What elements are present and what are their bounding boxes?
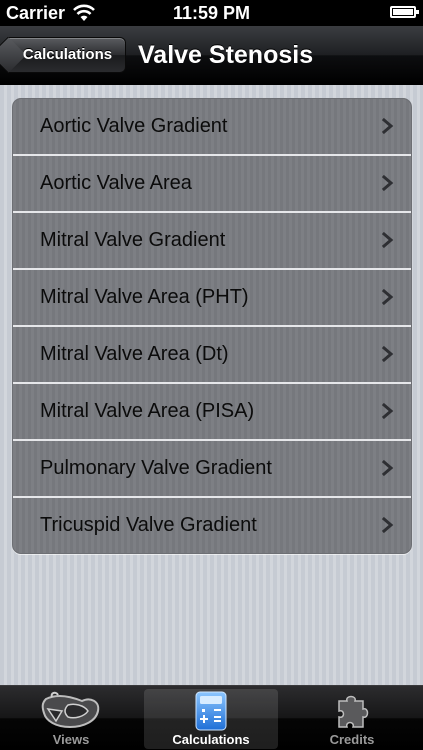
list-item-aortic-valve-area[interactable]: Aortic Valve Area <box>13 156 411 213</box>
tab-label: Credits <box>329 732 375 747</box>
chevron-right-icon <box>381 289 394 305</box>
page-title: Valve Stenosis <box>138 41 314 69</box>
list-item-pulmonary-valve-gradient[interactable]: Pulmonary Valve Gradient <box>13 441 411 498</box>
calculation-list: Aortic Valve Gradient Aortic Valve Area … <box>12 98 412 554</box>
list-item-label: Mitral Valve Gradient <box>40 229 226 251</box>
chevron-right-icon <box>381 118 394 134</box>
list-item-mitral-valve-gradient[interactable]: Mitral Valve Gradient <box>13 213 411 270</box>
list-item-mitral-valve-area-dt[interactable]: Mitral Valve Area (Dt) <box>13 327 411 384</box>
status-time: 11:59 PM <box>172 3 251 23</box>
list-item-label: Mitral Valve Area (PHT) <box>40 286 249 308</box>
tab-label: Views <box>52 732 90 747</box>
list-item-mitral-valve-area-pisa[interactable]: Mitral Valve Area (PISA) <box>13 384 411 441</box>
calculator-icon <box>195 691 227 731</box>
list-item-mitral-valve-area-pht[interactable]: Mitral Valve Area (PHT) <box>13 270 411 327</box>
battery-icon <box>390 6 419 18</box>
list-item-label: Pulmonary Valve Gradient <box>40 457 272 479</box>
back-button-label: Calculations <box>22 46 113 63</box>
chevron-right-icon <box>381 175 394 191</box>
tab-bar: Views Calculations Credits <box>0 685 423 750</box>
tab-calculations[interactable]: Calculations <box>144 689 278 749</box>
list-item-label: Aortic Valve Area <box>40 172 192 194</box>
chevron-right-icon <box>381 232 394 248</box>
tab-views[interactable]: Views <box>4 689 138 749</box>
list-item-label: Mitral Valve Area (Dt) <box>40 343 229 365</box>
tab-label: Calculations <box>172 732 250 747</box>
chevron-right-icon <box>381 403 394 419</box>
chevron-right-icon <box>381 346 394 362</box>
list-item-label: Mitral Valve Area (PISA) <box>40 400 255 422</box>
tab-credits[interactable]: Credits <box>285 689 419 749</box>
chevron-right-icon <box>381 517 394 533</box>
puzzle-piece-icon <box>338 695 369 728</box>
list-item-label: Tricuspid Valve Gradient <box>40 514 257 536</box>
heart-echo-icon <box>41 691 100 729</box>
list-item-aortic-valve-gradient[interactable]: Aortic Valve Gradient <box>13 99 411 156</box>
status-bar: Carrier 11:59 PM <box>0 0 423 26</box>
navigation-bar: Calculations Valve Stenosis <box>0 26 423 85</box>
list-item-tricuspid-valve-gradient[interactable]: Tricuspid Valve Gradient <box>13 498 411 553</box>
chevron-right-icon <box>381 460 394 476</box>
content-area: Aortic Valve Gradient Aortic Valve Area … <box>0 85 423 685</box>
back-button[interactable]: Calculations <box>8 37 126 73</box>
list-item-label: Aortic Valve Gradient <box>40 115 228 137</box>
